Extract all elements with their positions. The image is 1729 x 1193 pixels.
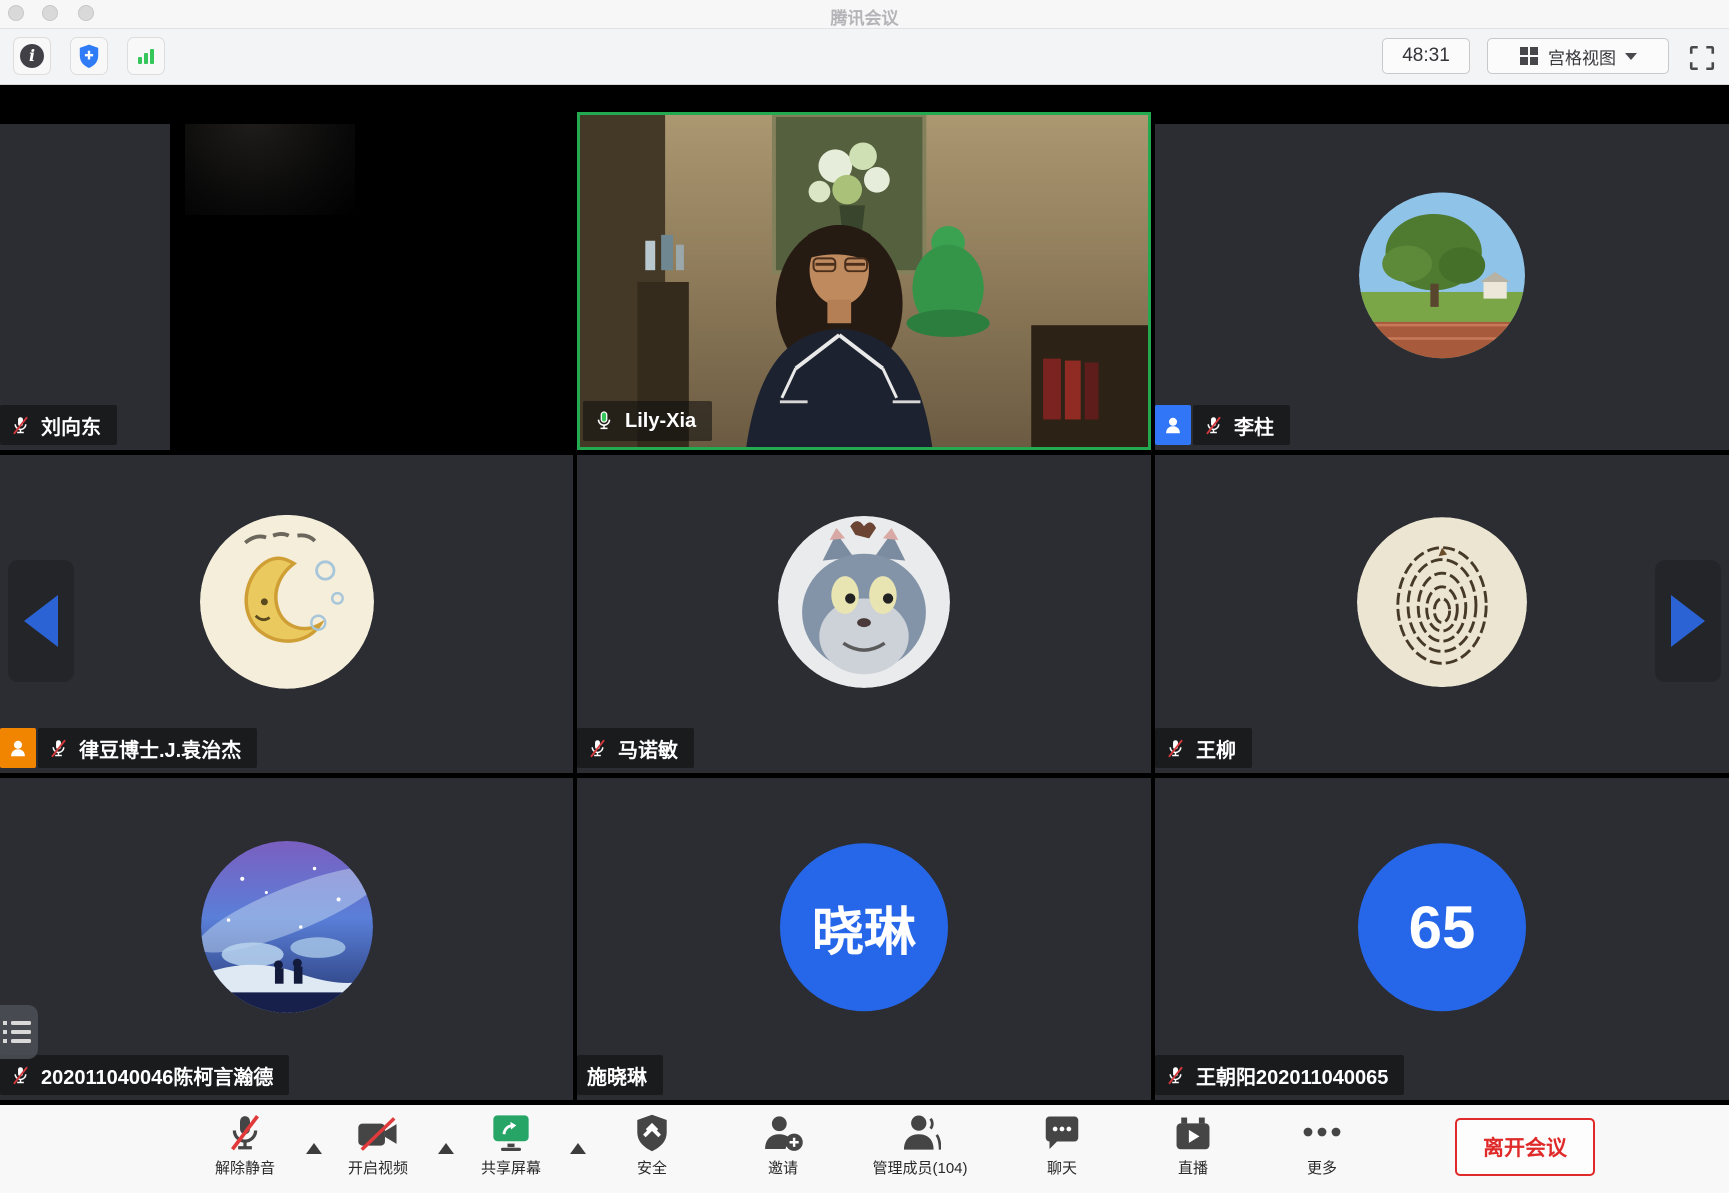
participant-tile[interactable]: 李柱: [1155, 124, 1729, 450]
meeting-timer: 48:31: [1382, 38, 1470, 74]
members-icon: [899, 1113, 941, 1153]
more-button[interactable]: 更多: [1242, 1111, 1402, 1178]
mic-active-icon: [593, 410, 615, 432]
dark-video-feed: [170, 124, 573, 450]
invite-button[interactable]: 邀请: [703, 1111, 863, 1178]
participant-name: 律豆博士.J.袁治杰: [79, 734, 241, 763]
grid-view-icon: [1519, 46, 1539, 66]
mic-muted-icon: [1165, 1065, 1186, 1086]
view-mode-label: 宫格视图: [1548, 44, 1616, 69]
participant-tile[interactable]: 202011040046陈柯言瀚德: [0, 778, 573, 1100]
participant-tile-speaking[interactable]: Lily-Xia: [577, 112, 1151, 450]
live-tv-icon: [1173, 1115, 1213, 1153]
info-icon: i: [20, 44, 44, 68]
fullscreen-button[interactable]: [1685, 43, 1719, 73]
titlebar: 腾讯会议: [0, 0, 1729, 29]
chevron-down-icon: [1625, 53, 1637, 60]
mic-muted-icon: [10, 415, 31, 436]
member-list-button[interactable]: [0, 1005, 38, 1059]
network-status-button[interactable]: [127, 37, 165, 75]
participant-tile[interactable]: 马诺敏: [577, 455, 1151, 773]
next-page-button[interactable]: [1655, 560, 1721, 682]
share-screen-button[interactable]: 共享屏幕: [431, 1111, 591, 1178]
avatar: [778, 516, 950, 688]
manage-members-button[interactable]: 管理成员(104): [840, 1111, 1000, 1178]
participant-name: 王朝阳202011040065: [1196, 1061, 1388, 1090]
leave-meeting-button[interactable]: 离开会议: [1455, 1118, 1595, 1176]
arrow-left-icon: [24, 595, 58, 647]
mic-muted-icon: [1165, 738, 1186, 759]
orange-person-badge: [0, 728, 36, 768]
participant-name: 马诺敏: [618, 734, 678, 763]
avatar: [200, 515, 374, 689]
chat-bubble-icon: [1042, 1115, 1082, 1153]
participant-tile[interactable]: 晓琳 施晓琳: [577, 778, 1151, 1100]
blue-person-badge: [1155, 405, 1191, 445]
participant-tile[interactable]: 65 王朝阳202011040065: [1155, 778, 1729, 1100]
avatar: [201, 841, 373, 1013]
avatar: [1357, 517, 1527, 687]
meeting-security-button[interactable]: [70, 37, 108, 75]
participant-tile[interactable]: 王柳: [1155, 455, 1729, 773]
video-grid: 刘向东: [0, 85, 1729, 1105]
participant-name: 施晓琳: [587, 1061, 647, 1090]
participant-name: 202011040046陈柯言瀚德: [41, 1061, 273, 1090]
avatar: [1359, 192, 1525, 358]
mic-muted-icon: [48, 738, 69, 759]
participant-name: Lily-Xia: [625, 410, 696, 433]
avatar-initials: 65: [1358, 843, 1526, 1011]
invite-person-icon: [762, 1113, 804, 1153]
participant-name: 刘向东: [41, 411, 101, 440]
mic-muted-icon: [1203, 415, 1224, 436]
fullscreen-icon: [1688, 44, 1716, 72]
participant-tile[interactable]: 刘向东: [0, 124, 573, 450]
meeting-info-button[interactable]: i: [13, 37, 51, 75]
participant-name: 李柱: [1234, 411, 1274, 440]
more-dots-icon: [1300, 1125, 1344, 1139]
video-feed: [580, 115, 1148, 447]
meeting-toolbar: i 48:31 宫格视图: [0, 29, 1729, 85]
avatar-initials: 晓琳: [780, 843, 948, 1011]
arrow-right-icon: [1671, 595, 1705, 647]
window-title: 腾讯会议: [0, 4, 1729, 29]
view-mode-button[interactable]: 宫格视图: [1487, 38, 1669, 74]
microphone-muted-icon: [225, 1113, 265, 1153]
previous-page-button[interactable]: [8, 560, 74, 682]
list-icon: [3, 1019, 33, 1045]
mic-muted-icon: [587, 738, 608, 759]
mic-muted-icon: [10, 1065, 31, 1086]
person-icon: [1162, 414, 1184, 436]
person-icon: [7, 737, 29, 759]
participant-name: 王柳: [1196, 734, 1236, 763]
network-signal-icon: [134, 44, 158, 68]
security-shield-icon: [633, 1113, 671, 1153]
security-shield-icon: [76, 43, 102, 69]
bottom-toolbar: 解除静音 开启视频: [0, 1105, 1729, 1193]
participant-tile[interactable]: 律豆博士.J.袁治杰: [0, 455, 573, 773]
camera-off-icon: [356, 1115, 400, 1153]
tencent-meeting-window: 腾讯会议 i 48:31 宫格视图: [0, 0, 1729, 1193]
share-screen-icon: [491, 1113, 531, 1153]
